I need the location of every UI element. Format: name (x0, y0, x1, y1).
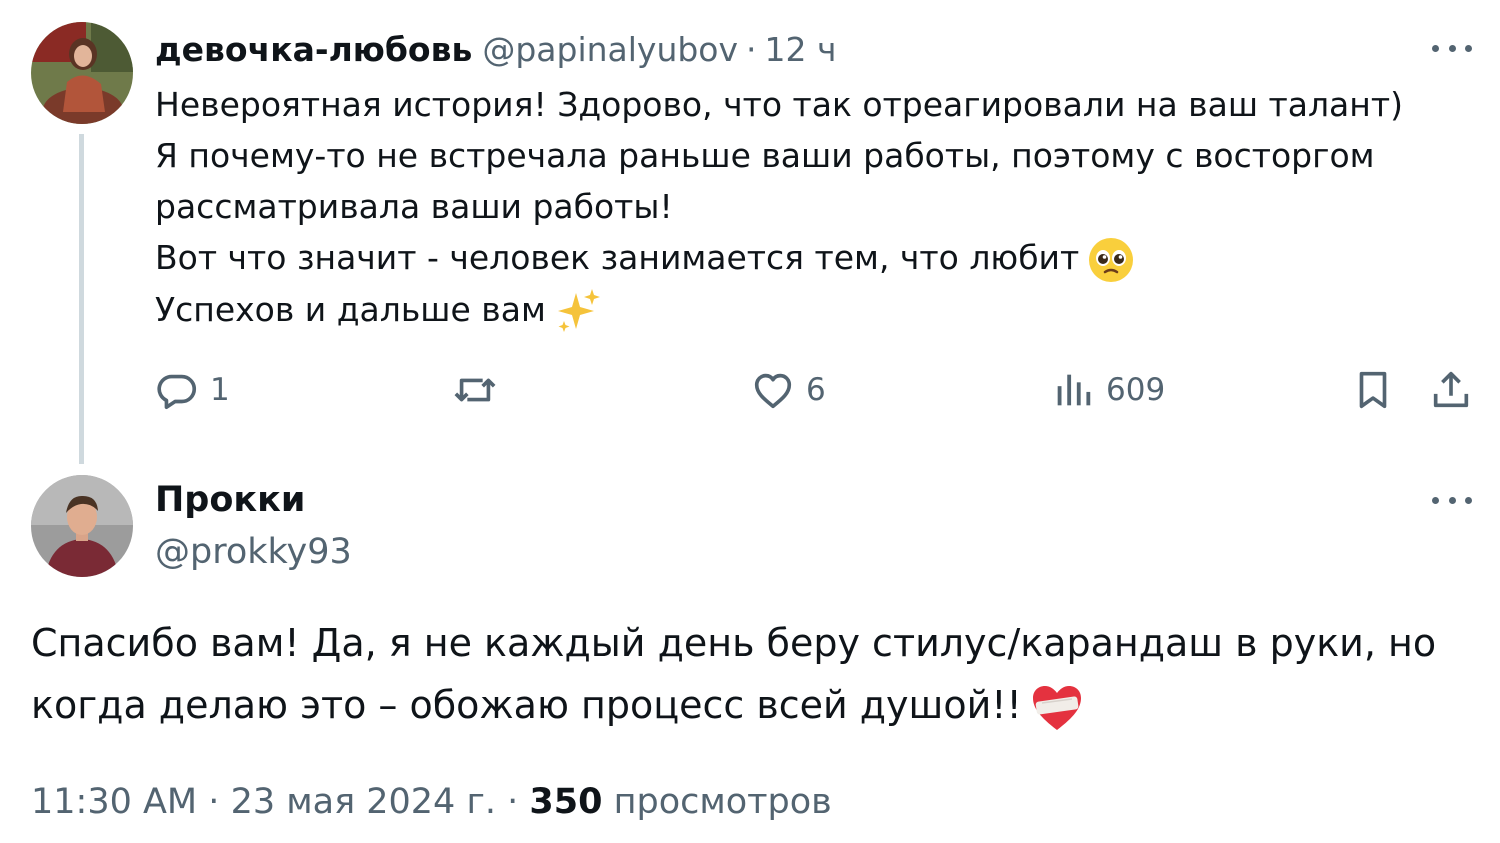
views-count[interactable]: 350 (529, 782, 602, 822)
like-button[interactable]: 6 (750, 365, 826, 415)
tweet-date[interactable]: 23 мая 2024 г. (231, 782, 496, 822)
more-icon[interactable] (1432, 490, 1472, 510)
mending-heart-emoji (1030, 683, 1084, 733)
bookmark-icon (1359, 371, 1387, 409)
sparkles-emoji (554, 287, 602, 335)
tweet-text-line-with-emoji: Вот что значит - человек занимается тем,… (155, 232, 1445, 284)
meta-separator: · (507, 782, 519, 822)
tweet-text-line: Вот что значит - человек занимается тем,… (155, 238, 1080, 277)
views-button[interactable]: 609 (1050, 365, 1165, 415)
author-display-name[interactable]: девочка-любовь (155, 30, 472, 69)
tweet-time[interactable]: 11:30 AM (31, 782, 197, 822)
tweet-meta: 11:30 AM · 23 мая 2024 г. · 350 просмотр… (31, 780, 832, 824)
like-icon (754, 373, 792, 409)
avatar-papinalyubov[interactable] (31, 22, 133, 124)
main-tweet-text: Спасибо вам! Да, я не каждый день беру с… (31, 612, 1471, 736)
thread-line (79, 134, 84, 464)
reply-tweet-header: девочка-любовь @papinalyubov · 12 ч (155, 27, 837, 71)
views-icon (1057, 374, 1091, 406)
view-count: 609 (1106, 372, 1166, 408)
tweet-text-line: Невероятная история! Здорово, что так от… (155, 85, 1403, 124)
share-button[interactable] (1428, 365, 1474, 415)
header-separator: · (746, 29, 757, 69)
share-icon (1433, 371, 1469, 408)
tweet-text-line: рассматривала ваши работы! (155, 187, 673, 226)
author-handle[interactable]: @papinalyubov (482, 30, 738, 69)
tweet-text-line: когда делаю это – обожаю процесс всей ду… (31, 683, 1022, 727)
tweet-text-line: Успехов и дальше вам (155, 289, 546, 329)
tweet-time[interactable]: 12 ч (765, 30, 837, 69)
views-label: просмотров (613, 782, 832, 822)
bookmark-button[interactable] (1350, 365, 1396, 415)
author-handle[interactable]: @prokky93 (155, 530, 352, 574)
pleading-face-emoji (1087, 236, 1135, 284)
tweet-text-line: Я почему-то не встречала раньше ваши раб… (155, 136, 1375, 175)
tweet-text-line: Спасибо вам! Да, я не каждый день беру с… (31, 621, 1437, 665)
avatar-prokky93[interactable] (31, 475, 133, 577)
more-icon[interactable] (1432, 38, 1472, 58)
meta-separator: · (208, 782, 220, 822)
reply-button[interactable]: 1 (154, 365, 230, 415)
reply-icon (157, 374, 197, 410)
like-count: 6 (806, 372, 826, 408)
tweet-text-line-with-emoji: когда делаю это – обожаю процесс всей ду… (31, 674, 1471, 736)
reply-tweet-text: Невероятная история! Здорово, что так от… (155, 79, 1445, 335)
author-display-name[interactable]: Прокки (155, 478, 305, 522)
reply-count: 1 (210, 372, 230, 408)
retweet-button[interactable] (452, 365, 508, 415)
retweet-icon (454, 378, 496, 402)
tweet-text-line-with-emoji: Успехов и дальше вам (155, 284, 1445, 336)
